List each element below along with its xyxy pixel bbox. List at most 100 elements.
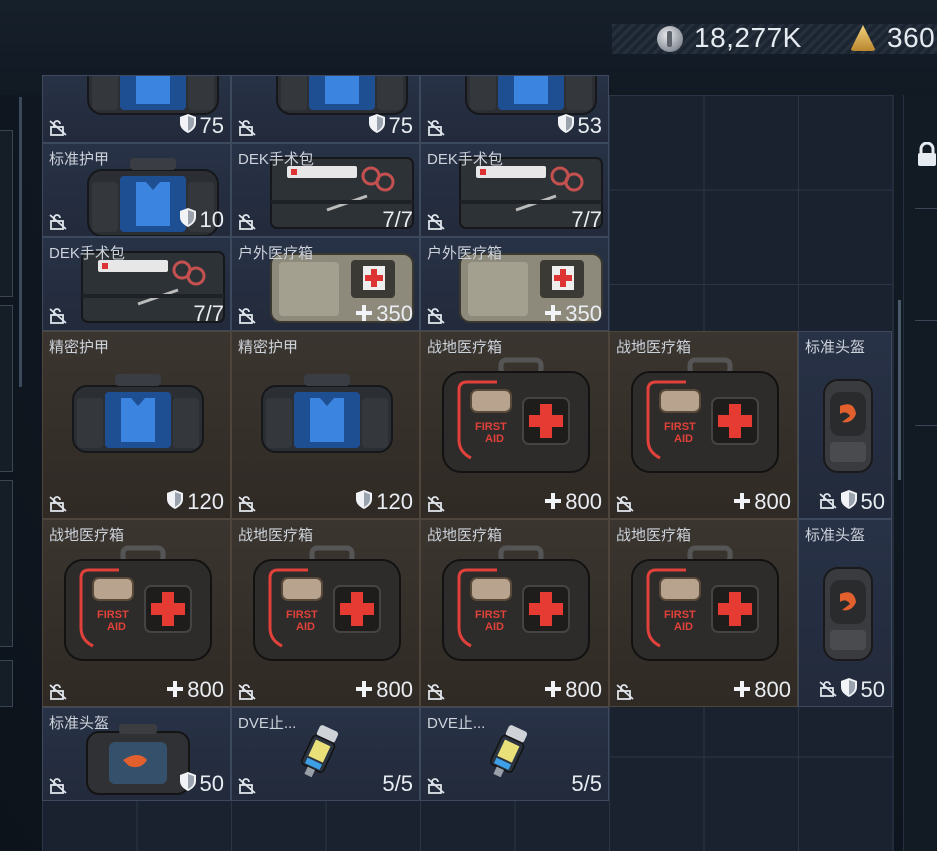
firstaid-item-image: FIRST AID <box>252 544 402 669</box>
item-value-text: 120 <box>376 489 413 514</box>
firstaid-item-image: FIRST AID <box>630 356 780 481</box>
grid-scrollbar[interactable] <box>898 300 901 480</box>
unlocked-icon[interactable] <box>238 120 256 136</box>
inventory-item[interactable]: FIRST AID 战地医疗箱 800 <box>42 519 231 707</box>
item-value: 800 <box>734 489 791 515</box>
heal-plus-icon <box>734 677 751 703</box>
item-name: DEK手术包 <box>238 151 314 168</box>
item-value-text: 350 <box>376 301 413 326</box>
svg-text:AID: AID <box>296 621 315 633</box>
inventory-item[interactable]: 标准头盔 50 <box>798 331 892 519</box>
unlocked-icon[interactable] <box>427 120 445 136</box>
unlocked-icon[interactable] <box>238 778 256 794</box>
svg-text:AID: AID <box>107 621 126 633</box>
item-value-text: 800 <box>754 489 791 514</box>
item-value-text: 800 <box>754 677 791 702</box>
inventory-item[interactable]: DVE止... 5/5 <box>420 707 609 801</box>
unlocked-icon[interactable] <box>49 684 67 700</box>
heal-plus-icon <box>545 489 562 515</box>
left-panel-1[interactable] <box>0 130 13 297</box>
item-name: DEK手术包 <box>427 151 503 168</box>
unlocked-icon[interactable] <box>238 214 256 230</box>
unlocked-icon[interactable] <box>427 778 445 794</box>
inventory-item[interactable]: FIRST AID 战地医疗箱 800 <box>609 519 798 707</box>
item-value-text: 7/7 <box>193 301 224 326</box>
inventory-item[interactable]: FIRST AID 战地医疗箱 800 <box>420 519 609 707</box>
item-value-text: 800 <box>565 677 602 702</box>
helmet-item-image <box>818 564 878 669</box>
inventory-item[interactable]: 75 <box>231 75 420 143</box>
inventory-item[interactable]: 户外医疗箱 350 <box>231 237 420 331</box>
item-value: 350 <box>545 301 602 327</box>
item-value: 120 <box>356 489 413 515</box>
inventory-item[interactable]: DEK手术包 7/7 <box>420 143 609 237</box>
svg-text:FIRST: FIRST <box>475 421 507 433</box>
firstaid-item-image: FIRST AID <box>441 356 591 481</box>
unlocked-icon[interactable] <box>49 214 67 230</box>
shield-icon <box>356 489 373 515</box>
shield-icon <box>840 677 857 703</box>
unlocked-icon[interactable] <box>49 120 67 136</box>
unlocked-icon[interactable] <box>427 308 445 324</box>
left-panel-4[interactable] <box>0 660 13 707</box>
firstaid-item-image: FIRST AID <box>63 544 213 669</box>
left-scroll-rail[interactable] <box>19 97 22 387</box>
inventory-item[interactable]: 标准头盔 50 <box>42 707 231 801</box>
item-value-text: 800 <box>565 489 602 514</box>
item-value-text: 7/7 <box>382 207 413 232</box>
svg-text:FIRST: FIRST <box>664 609 696 621</box>
item-value-text: 75 <box>199 113 224 138</box>
item-name: DVE止... <box>238 715 297 732</box>
right-divider-1 <box>915 208 937 209</box>
lock-icon[interactable] <box>918 142 936 166</box>
item-value: 800 <box>356 677 413 703</box>
unlocked-icon[interactable] <box>49 496 67 512</box>
inventory-item[interactable]: FIRST AID 战地医疗箱 800 <box>231 519 420 707</box>
item-value-text: 350 <box>565 301 602 326</box>
item-value: 5/5 <box>571 771 602 797</box>
unlocked-icon[interactable] <box>818 677 837 703</box>
item-value-text: 50 <box>199 771 224 796</box>
inventory-item[interactable]: FIRST AID 战地医疗箱 800 <box>609 331 798 519</box>
item-name: 精密护甲 <box>49 339 110 356</box>
unlocked-icon[interactable] <box>238 308 256 324</box>
unlocked-icon[interactable] <box>49 778 67 794</box>
item-name: 标准头盔 <box>49 715 110 732</box>
unlocked-icon[interactable] <box>427 684 445 700</box>
inventory-item[interactable]: DVE止... 5/5 <box>231 707 420 801</box>
inventory-item[interactable]: 精密护甲 120 <box>231 331 420 519</box>
item-name: 战地医疗箱 <box>49 527 125 544</box>
inventory-item[interactable]: 标准护甲 10 <box>42 143 231 237</box>
gold-currency-value: 360 <box>887 22 936 53</box>
inventory-item[interactable]: 75 <box>42 75 231 143</box>
item-value-text: 10 <box>199 207 224 232</box>
item-name: DEK手术包 <box>49 245 125 262</box>
inventory-item[interactable]: 精密护甲 120 <box>42 331 231 519</box>
inventory-item[interactable]: 标准头盔 50 <box>798 519 892 707</box>
item-value-text: 50 <box>860 489 885 514</box>
inventory-item[interactable]: 53 <box>420 75 609 143</box>
helmet-item-image <box>818 376 878 481</box>
svg-text:AID: AID <box>485 433 504 445</box>
unlocked-icon[interactable] <box>818 489 837 515</box>
unlocked-icon[interactable] <box>616 496 634 512</box>
armor-item-image <box>63 368 213 463</box>
item-value-text: 53 <box>577 113 602 138</box>
item-value: 800 <box>545 677 602 703</box>
unlocked-icon[interactable] <box>427 214 445 230</box>
item-value: 800 <box>167 677 224 703</box>
right-divider-3 <box>915 425 937 426</box>
unlocked-icon[interactable] <box>616 684 634 700</box>
inventory-item[interactable]: FIRST AID 战地医疗箱 800 <box>420 331 609 519</box>
unlocked-icon[interactable] <box>238 684 256 700</box>
left-panel-2[interactable] <box>0 305 13 472</box>
unlocked-icon[interactable] <box>427 496 445 512</box>
left-panel-3[interactable] <box>0 480 13 647</box>
unlocked-icon[interactable] <box>49 308 67 324</box>
item-value-text: 5/5 <box>571 771 602 796</box>
armor-item-image <box>252 368 402 463</box>
inventory-item[interactable]: DEK手术包 7/7 <box>231 143 420 237</box>
unlocked-icon[interactable] <box>238 496 256 512</box>
inventory-item[interactable]: DEK手术包 7/7 <box>42 237 231 331</box>
inventory-item[interactable]: 户外医疗箱 350 <box>420 237 609 331</box>
